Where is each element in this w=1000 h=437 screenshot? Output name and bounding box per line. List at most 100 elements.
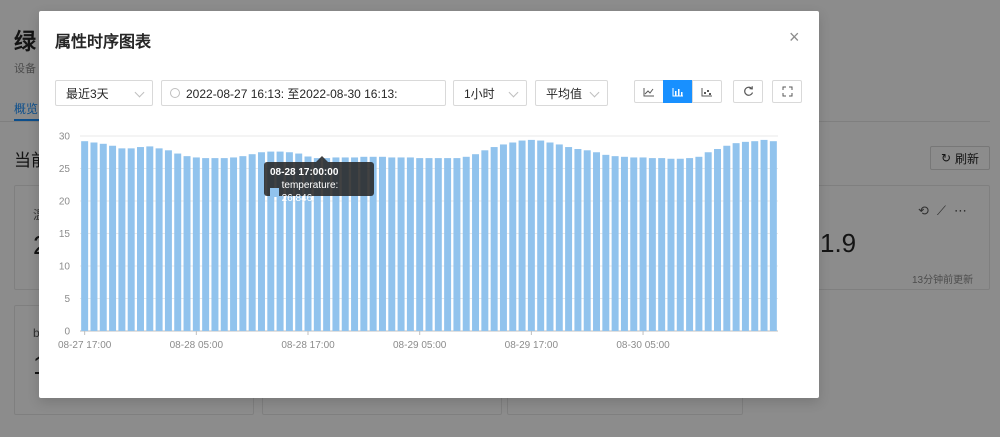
aggregation-value: 平均值 — [546, 86, 583, 101]
chart-bar[interactable] — [230, 157, 238, 331]
table-chart-icon — [701, 87, 712, 96]
chart-bar[interactable] — [127, 148, 135, 331]
chart-bar[interactable] — [527, 139, 535, 331]
chart-bar[interactable] — [90, 142, 98, 332]
chart-bar[interactable] — [714, 149, 721, 331]
chart-bar[interactable] — [397, 157, 405, 331]
chart-bar[interactable] — [537, 140, 545, 331]
y-tick-label: 30 — [59, 132, 71, 143]
chart-bar[interactable] — [695, 156, 703, 331]
time-range-select[interactable]: 最近3天 — [55, 80, 153, 106]
tooltip-series-row: temperature: 26.846 — [270, 179, 368, 205]
chart-bar[interactable] — [565, 147, 573, 331]
y-tick-label: 25 — [59, 164, 71, 175]
chart-bar[interactable] — [481, 150, 489, 331]
reload-icon — [743, 86, 753, 96]
chart-type-toggle — [634, 80, 722, 103]
tooltip-arrow — [316, 156, 328, 162]
chevron-down-icon — [134, 87, 145, 98]
clock-icon — [170, 88, 180, 98]
chart-bar[interactable] — [453, 158, 461, 331]
chart-bar[interactable] — [137, 147, 144, 331]
chart-bar[interactable] — [99, 143, 107, 331]
x-tick-label: 08-29 05:00 — [393, 340, 447, 351]
modal-title: 属性时序图表 — [55, 34, 152, 51]
x-tick-label: 08-30 05:00 — [616, 340, 670, 351]
chart-bar[interactable] — [416, 158, 424, 331]
chart-bar[interactable] — [155, 148, 163, 331]
chart-bar[interactable] — [518, 140, 526, 331]
chart-bar[interactable] — [220, 158, 228, 331]
chart-bar[interactable] — [378, 156, 386, 331]
close-icon[interactable]: × — [789, 27, 800, 47]
chart-bar[interactable] — [602, 154, 610, 331]
bar-chart: 0 5 10 15 20 25 30 08-27 17:00 08-28 05:00 08-28… — [58, 132, 778, 351]
chart-bar[interactable] — [109, 145, 117, 331]
timeseries-modal: 属性时序图表 × 最近3天 2022-08-27 16:13: 至2022-08… — [39, 11, 819, 398]
chart-bar[interactable] — [648, 158, 656, 331]
date-range-value: 2022-08-27 16:13: 至2022-08-30 16:13: — [186, 86, 398, 101]
chart-bar[interactable] — [509, 142, 517, 332]
chart-bar[interactable] — [118, 148, 126, 331]
chart-bar[interactable] — [723, 145, 731, 331]
table-chart-button[interactable] — [692, 80, 722, 103]
chart-bar[interactable] — [555, 144, 563, 331]
chart-bar[interactable] — [732, 143, 740, 331]
chart-bar[interactable] — [611, 156, 619, 331]
chart-bar[interactable] — [202, 158, 210, 331]
line-chart-button[interactable] — [634, 80, 664, 103]
chart-bar[interactable] — [239, 156, 247, 331]
chart-bar[interactable] — [639, 157, 647, 331]
tooltip-title: 08-28 17:00:00 — [270, 167, 339, 178]
chevron-down-icon — [508, 87, 519, 98]
chart-bar[interactable] — [248, 154, 256, 331]
chart-bar[interactable] — [620, 156, 628, 331]
chart-bar[interactable] — [574, 149, 582, 331]
chart-bar[interactable] — [658, 158, 666, 331]
chart-bar[interactable] — [760, 139, 768, 331]
interval-select[interactable]: 1小时 — [453, 80, 527, 106]
aggregation-select[interactable]: 平均值 — [535, 80, 608, 106]
time-range-value: 最近3天 — [66, 86, 109, 101]
chart-bar[interactable] — [472, 154, 480, 331]
x-tick-label: 08-27 17:00 — [58, 340, 112, 351]
y-tick-label: 20 — [59, 197, 71, 208]
chart-bar[interactable] — [499, 144, 507, 331]
chart-bar[interactable] — [751, 141, 759, 331]
chart-bar[interactable] — [183, 156, 191, 331]
chart-bar[interactable] — [388, 157, 396, 331]
chart-bar[interactable] — [81, 141, 89, 331]
reload-button[interactable] — [733, 80, 763, 103]
x-tick-label: 08-28 17:00 — [281, 340, 335, 351]
chart-bar[interactable] — [546, 142, 554, 332]
chart-bar[interactable] — [444, 158, 452, 331]
chart-bar[interactable] — [593, 152, 601, 331]
chart-bar[interactable] — [211, 158, 219, 331]
fullscreen-button[interactable] — [772, 80, 802, 103]
chart-bar[interactable] — [146, 146, 154, 331]
chart-bar[interactable] — [583, 150, 591, 331]
bar-chart-icon — [672, 87, 683, 96]
chart-bar[interactable] — [462, 156, 470, 331]
chart-bar[interactable] — [704, 152, 712, 331]
y-tick-label: 5 — [64, 294, 70, 305]
chart-bar[interactable] — [769, 141, 777, 331]
line-chart-icon — [643, 87, 654, 96]
chart-bar[interactable] — [164, 150, 172, 331]
chart-bar[interactable] — [741, 141, 749, 331]
y-tick-label: 0 — [64, 327, 70, 338]
date-range-picker[interactable]: 2022-08-27 16:13: 至2022-08-30 16:13: — [161, 80, 446, 106]
chart-bar[interactable] — [406, 157, 414, 331]
chart-bar[interactable] — [434, 158, 442, 331]
chart-bar[interactable] — [676, 158, 684, 331]
chart-bar[interactable] — [667, 158, 675, 331]
bar-chart-button[interactable] — [663, 80, 693, 103]
x-tick-label: 08-28 05:00 — [170, 340, 224, 351]
chart-bar[interactable] — [686, 158, 694, 331]
chart-bar[interactable] — [174, 153, 182, 331]
chart-bar[interactable] — [192, 157, 200, 331]
chevron-down-icon — [589, 87, 600, 98]
chart-bar[interactable] — [630, 157, 638, 331]
chart-bar[interactable] — [425, 158, 433, 331]
chart-bar[interactable] — [490, 147, 498, 331]
